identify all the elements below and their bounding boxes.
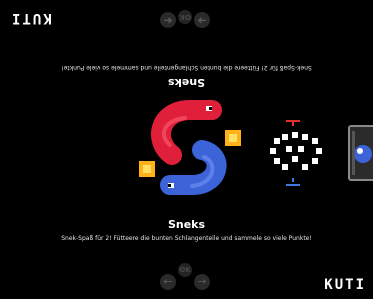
food-pellet-left xyxy=(139,161,155,177)
game-description: Snek-Spaß für 2! Fütteere die bunten Sch… xyxy=(61,235,312,242)
arrow-right-icon[interactable]: ➜ xyxy=(160,12,176,28)
brand-logo-top: KUTI xyxy=(10,10,52,26)
game-description-flipped: Snek-Spaß für 2! Fütteere die bunten Sch… xyxy=(61,64,312,71)
ok-button-top[interactable]: OK xyxy=(178,10,192,24)
nav-controls-bottom: ← OK → xyxy=(160,262,210,290)
arrow-right-icon[interactable]: → xyxy=(194,274,210,290)
ok-button[interactable]: OK xyxy=(178,263,192,277)
score-red-bar xyxy=(286,120,300,122)
food-pellet-right xyxy=(225,130,241,146)
brand-logo: KUTI xyxy=(324,277,366,293)
game-title: Sneks xyxy=(167,218,206,231)
score-blue-bar xyxy=(286,184,300,186)
arrow-left-icon[interactable]: ➜ xyxy=(194,12,210,28)
next-game-card[interactable] xyxy=(348,125,373,181)
nav-controls-top: ➜ OK ➜ xyxy=(160,10,210,30)
dot-grid xyxy=(270,132,322,170)
game-title-flipped: Sneks xyxy=(167,76,206,89)
score-indicator xyxy=(270,120,322,186)
sneks-artwork[interactable] xyxy=(130,100,245,210)
arrow-left-icon[interactable]: ← xyxy=(160,274,176,290)
